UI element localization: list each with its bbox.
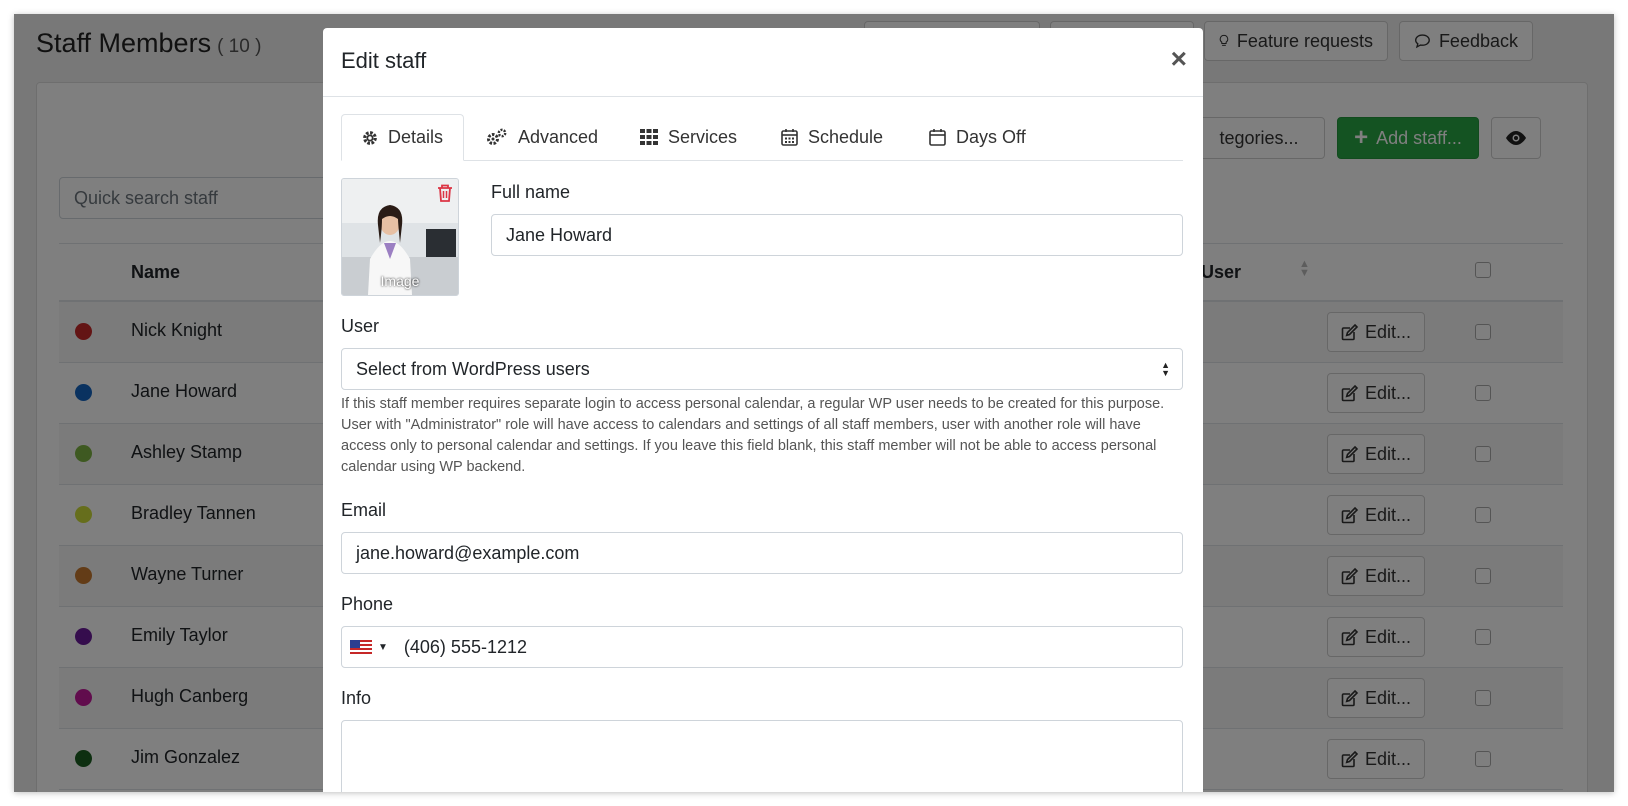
tab-days-off[interactable]: Days Off (909, 114, 1046, 160)
user-label: User (341, 316, 380, 336)
trash-icon[interactable] (436, 183, 454, 203)
full-name-field[interactable]: Jane Howard (491, 214, 1183, 256)
phone-label: Phone (341, 594, 394, 614)
tab-advanced-label: Advanced (518, 126, 599, 147)
tab-details-label: Details (387, 127, 443, 147)
image-label: Image (380, 273, 420, 289)
phone-value: (406) 555-1212 (403, 636, 527, 657)
phone-field[interactable]: ▼ (406) 555-1212 (341, 626, 1183, 668)
us-flag-icon (350, 640, 372, 654)
tab-schedule[interactable]: Schedule (761, 114, 903, 160)
gear-icon (363, 130, 377, 145)
email-label: Email (341, 500, 387, 520)
info-label: Info (341, 688, 372, 708)
user-select-value: Select from WordPress users (356, 358, 590, 379)
calendar-icon (929, 129, 946, 146)
close-icon[interactable]: × (1171, 44, 1187, 74)
select-arrows-icon: ▲ ▼ (1161, 360, 1170, 378)
tab-details[interactable]: Details (341, 114, 464, 161)
tab-schedule-label: Schedule (808, 126, 884, 147)
modal-tabs: Details Advanced Services Schedule Days … (341, 114, 1183, 161)
tab-days-off-label: Days Off (956, 126, 1026, 147)
full-name-label: Full name (491, 182, 571, 202)
user-help-text: If this staff member requires separate l… (341, 396, 1165, 475)
tab-services[interactable]: Services (620, 114, 757, 160)
grid-icon (640, 129, 658, 145)
email-field[interactable]: jane.howard@example.com (341, 532, 1183, 574)
edit-staff-modal: Edit staff × Details Advanced Services S… (323, 28, 1203, 792)
full-name-value: Jane Howard (506, 224, 613, 245)
modal-title: Edit staff (341, 48, 427, 73)
gears-icon (487, 128, 507, 145)
country-selector[interactable]: ▼ (350, 640, 388, 654)
info-textarea[interactable] (341, 720, 1183, 792)
tab-advanced[interactable]: Advanced (466, 114, 618, 160)
tab-services-label: Services (668, 126, 738, 147)
app-window: Staff Members( 10 ) Feature requests Fee… (14, 14, 1614, 792)
modal-header: Edit staff × (323, 28, 1203, 97)
staff-photo[interactable]: Image (341, 178, 459, 296)
caret-down-icon: ▼ (378, 641, 388, 653)
email-value: jane.howard@example.com (356, 542, 580, 563)
calendar-grid-icon (781, 129, 798, 146)
user-select[interactable]: Select from WordPress users ▲ ▼ (341, 348, 1183, 390)
